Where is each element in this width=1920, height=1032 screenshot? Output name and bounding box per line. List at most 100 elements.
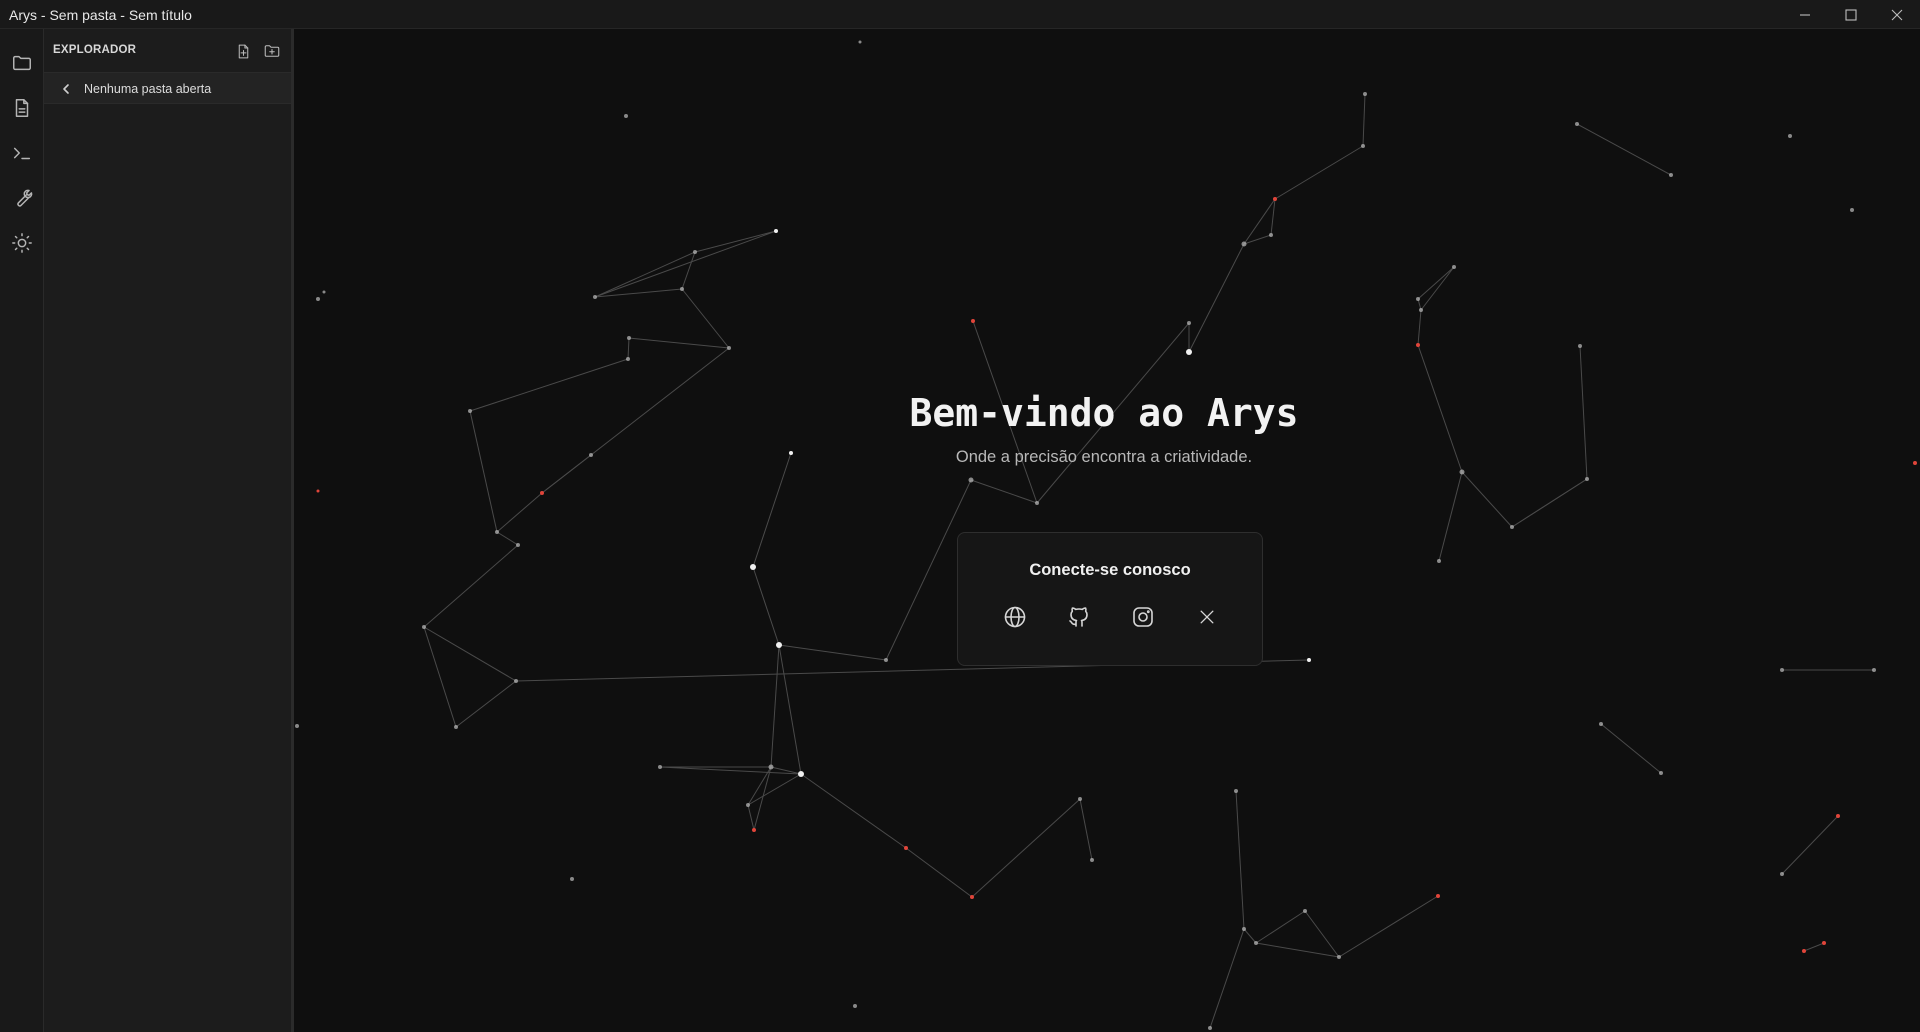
constellation-edge xyxy=(628,337,730,349)
constellation-edge xyxy=(778,644,887,661)
github-link[interactable] xyxy=(1065,603,1093,631)
constellation-node xyxy=(727,346,731,350)
constellation-edge xyxy=(594,230,777,298)
constellation-edge xyxy=(778,644,802,775)
constellation-edge xyxy=(681,288,730,349)
constellation-edge xyxy=(1235,790,1245,930)
instagram-link[interactable] xyxy=(1129,603,1157,631)
explorer-button[interactable] xyxy=(10,51,34,75)
constellation-node xyxy=(658,765,662,769)
constellation-node xyxy=(495,530,499,534)
close-window-button[interactable] xyxy=(1874,0,1920,29)
constellation-edge xyxy=(1420,266,1455,311)
constellation-node xyxy=(774,229,778,233)
constellation-node xyxy=(904,846,908,850)
sun-icon xyxy=(12,233,32,253)
constellation-edge xyxy=(752,452,792,568)
maximize-icon xyxy=(1845,8,1857,21)
x-link[interactable] xyxy=(1193,603,1221,631)
constellation-node xyxy=(1836,814,1840,818)
constellation-node xyxy=(1578,344,1582,348)
constellation-edge xyxy=(1417,309,1422,346)
files-button[interactable] xyxy=(10,96,34,120)
file-name: Sem título xyxy=(128,7,192,23)
constellation-edge xyxy=(770,644,780,768)
constellation-edge xyxy=(423,626,457,728)
no-folder-label: Nenhuma pasta aberta xyxy=(84,82,212,96)
constellation-edge xyxy=(1461,471,1513,528)
constellation-node xyxy=(1186,349,1192,355)
constellation-edge xyxy=(681,251,696,290)
constellation-node xyxy=(768,764,774,770)
constellation-edge xyxy=(905,847,973,898)
constellation-node xyxy=(1459,469,1465,475)
constellation-node xyxy=(750,564,756,570)
globe-icon xyxy=(1004,606,1026,628)
terminal-icon xyxy=(13,147,31,160)
constellation-node xyxy=(1035,501,1039,505)
close-icon xyxy=(1891,9,1903,20)
constellation-node xyxy=(322,290,326,294)
maximize-button[interactable] xyxy=(1828,0,1874,29)
constellation-node xyxy=(1234,789,1238,793)
welcome-area: Bem-vindo ao Arys Onde a precisão encont… xyxy=(294,29,1920,1032)
tools-button[interactable] xyxy=(10,186,34,210)
constellation-node xyxy=(1254,941,1258,945)
constellation-edge xyxy=(1255,942,1340,958)
constellation-edge xyxy=(1600,723,1662,774)
website-link[interactable] xyxy=(1001,603,1029,631)
constellation-edge xyxy=(971,798,1081,898)
chevron-left-icon xyxy=(60,82,72,100)
constellation-node xyxy=(1187,321,1191,325)
constellation-node xyxy=(1659,771,1663,775)
constellation-node xyxy=(1575,122,1579,126)
new-folder-button[interactable] xyxy=(262,41,282,61)
new-file-button[interactable] xyxy=(233,41,253,61)
constellation-node xyxy=(1452,265,1456,269)
constellation-node xyxy=(570,877,574,881)
folder-icon xyxy=(13,55,31,71)
theme-button[interactable] xyxy=(10,231,34,255)
constellation-edge xyxy=(1188,243,1245,353)
constellation-edge xyxy=(496,492,543,533)
constellation-edge xyxy=(753,766,772,831)
constellation-edge xyxy=(1338,895,1439,958)
terminal-button[interactable] xyxy=(10,141,34,165)
minimize-button[interactable] xyxy=(1782,0,1828,29)
app-name: Arys xyxy=(9,7,37,23)
constellation-edge xyxy=(627,337,630,360)
constellation-node xyxy=(1241,241,1247,247)
no-folder-row[interactable]: Nenhuma pasta aberta xyxy=(44,72,291,104)
constellation-edge xyxy=(1576,123,1672,176)
constellation-node xyxy=(1361,144,1365,148)
constellation-node xyxy=(1273,197,1277,201)
constellation-edge xyxy=(423,544,519,628)
constellation-edge xyxy=(1274,145,1364,200)
constellation-node xyxy=(853,1004,857,1008)
constellation-node xyxy=(1599,722,1603,726)
constellation-edge xyxy=(1511,478,1588,528)
constellation-node xyxy=(858,40,862,44)
github-icon xyxy=(1069,607,1088,627)
constellation-background xyxy=(295,40,1917,1030)
constellation-node xyxy=(1363,92,1367,96)
constellation-node xyxy=(626,357,630,361)
constellation-node xyxy=(1307,658,1311,662)
constellation-node xyxy=(1780,668,1784,672)
constellation-edge xyxy=(800,773,907,849)
constellation-node xyxy=(1788,134,1792,138)
connect-card: Conecte-se conosco xyxy=(957,532,1263,666)
constellation-edge xyxy=(455,680,517,728)
constellation-edge xyxy=(594,251,696,298)
constellation-edge xyxy=(1781,815,1839,875)
constellation-node xyxy=(1208,1026,1212,1030)
constellation-edge xyxy=(1243,928,1257,944)
constellation-node xyxy=(1510,525,1514,529)
constellation-edge xyxy=(1362,93,1366,147)
constellation-node xyxy=(1078,797,1082,801)
constellation-node xyxy=(693,250,697,254)
explorer-sidebar: EXPLORADOR Nenhuma pasta aberta xyxy=(44,29,294,1032)
constellation-node xyxy=(1269,233,1273,237)
window-controls xyxy=(1782,0,1920,29)
constellation-edge xyxy=(1304,910,1340,958)
